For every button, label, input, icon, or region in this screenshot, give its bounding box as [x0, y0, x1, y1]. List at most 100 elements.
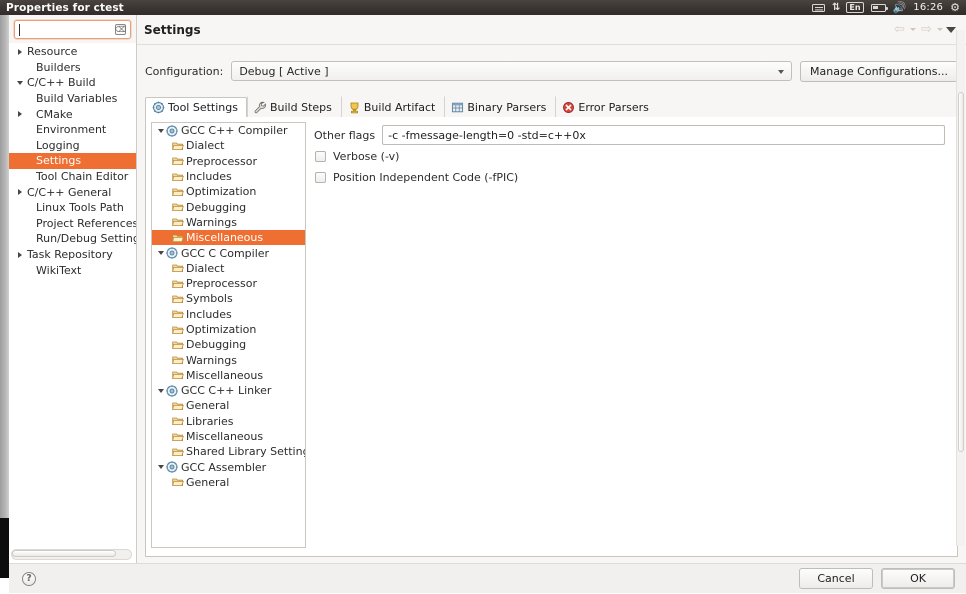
tool-tree-item-miscellaneous[interactable]: Miscellaneous: [152, 368, 305, 383]
tab-build-steps[interactable]: Build Steps: [246, 96, 341, 117]
tab-tool-settings[interactable]: Tool Settings: [145, 97, 247, 118]
tool-tree-item-dialect[interactable]: Dialect: [152, 138, 305, 153]
tool-tree-item-miscellaneous[interactable]: Miscellaneous: [152, 230, 305, 246]
forward-menu-chevron-down-icon[interactable]: [937, 28, 943, 31]
miscellaneous-options-panel: Other flags Verbose (-v) Position Indepen…: [314, 122, 945, 548]
tool-tree-item-label: Libraries: [186, 414, 234, 428]
system-tray: ⇅ En 🔊 16:26 ⚙: [812, 2, 966, 13]
tab-error-parsers[interactable]: Error Parsers: [555, 96, 657, 117]
tool-tree-item-label: GCC C++ Compiler: [181, 124, 288, 138]
leaf-icon: [172, 201, 186, 213]
sidebar-item-label: CMake: [36, 107, 73, 121]
leaf-icon: [172, 142, 184, 150]
tool-tree-item-label: Optimization: [186, 185, 257, 199]
tool-tree-item-warnings[interactable]: Warnings: [152, 352, 305, 367]
clock[interactable]: 16:26: [913, 2, 943, 13]
tool-tree-item-preprocessor[interactable]: Preprocessor: [152, 154, 305, 169]
configuration-select[interactable]: Debug [ Active ]: [231, 61, 792, 81]
leaf-icon: [172, 293, 186, 305]
sidebar-item-cmake[interactable]: CMake: [9, 106, 136, 122]
tool-tree-item-general[interactable]: General: [152, 398, 305, 413]
other-flags-input[interactable]: [382, 125, 945, 145]
tool-tree-item-dialect[interactable]: Dialect: [152, 261, 305, 276]
tool-tree-item-preprocessor[interactable]: Preprocessor: [152, 276, 305, 291]
sidebar-item-task-repository[interactable]: Task Repository: [9, 247, 136, 263]
leaf-icon: [172, 157, 184, 166]
checkbox-verbose-v[interactable]: [315, 151, 326, 162]
tool-tree-item-label: Optimization: [186, 323, 257, 336]
sidebar-item-environment[interactable]: Environment: [9, 122, 136, 138]
window-title-bar: Properties for ctest ⇅ En 🔊 16:26 ⚙: [0, 0, 966, 15]
sidebar-item-run-debug-settings[interactable]: Run/Debug Settings: [9, 231, 136, 247]
back-menu-chevron-down-icon[interactable]: [910, 28, 916, 31]
scrollbar-thumb[interactable]: [12, 550, 116, 557]
view-menu-triangle-icon[interactable]: [946, 26, 956, 33]
sidebar-item-project-references[interactable]: Project References: [9, 216, 136, 232]
forward-arrow-icon[interactable]: ⇨: [919, 23, 934, 37]
leaf-icon: [172, 354, 186, 366]
search-box[interactable]: ⌫: [14, 20, 131, 39]
battery-icon[interactable]: [870, 3, 888, 12]
tool-tree-item-symbols[interactable]: Symbols: [152, 291, 305, 306]
leaf-icon: [172, 433, 184, 441]
gear-icon[interactable]: ⚙: [950, 2, 960, 13]
footer-buttons: Cancel OK: [799, 568, 966, 589]
sidebar-item-build-variables[interactable]: Build Variables: [9, 91, 136, 107]
sidebar-item-builders[interactable]: Builders: [9, 60, 136, 76]
collapse-arrow-icon[interactable]: [155, 388, 166, 393]
back-arrow-icon[interactable]: ⇦: [892, 23, 907, 37]
sidebar-item-resource[interactable]: Resource: [9, 44, 136, 60]
sidebar-item-wikitext[interactable]: WikiText: [9, 262, 136, 278]
help-icon[interactable]: ?: [22, 571, 36, 586]
language-indicator[interactable]: En: [846, 2, 864, 13]
search-input[interactable]: [15, 21, 130, 38]
tool-tree-item-gcc-c++-compiler[interactable]: GCC C++ Compiler: [152, 123, 305, 138]
tool-tree-item-debugging[interactable]: Debugging: [152, 199, 305, 214]
tab-build-artifact[interactable]: Build Artifact: [340, 96, 445, 117]
tool-tree-item-optimization[interactable]: Optimization: [152, 322, 305, 337]
tool-tree-item-libraries[interactable]: Libraries: [152, 414, 305, 429]
sidebar-item-tool-chain-editor[interactable]: Tool Chain Editor: [9, 169, 136, 185]
clear-icon[interactable]: ⌫: [115, 24, 126, 35]
collapse-arrow-icon[interactable]: [155, 251, 166, 256]
volume-icon[interactable]: 🔊: [893, 2, 907, 13]
checkbox-row[interactable]: Position Independent Code (-fPIC): [314, 168, 945, 187]
sidebar-item-c-c-build[interactable]: C/C++ Build: [9, 75, 136, 91]
tool-tree-item-gcc-c++-linker[interactable]: GCC C++ Linker: [152, 383, 305, 398]
tab-binary-parsers[interactable]: Binary Parsers: [444, 96, 555, 117]
sidebar-horizontal-scrollbar[interactable]: [11, 549, 132, 560]
tab-label: Tool Settings: [168, 101, 238, 114]
scrollbar-thumb[interactable]: [958, 92, 964, 452]
settings-tree[interactable]: Resource Builders C/C++ Build Build Variabl…: [9, 44, 136, 546]
checkbox-row[interactable]: Verbose (-v): [314, 147, 945, 166]
tool-tree-item-miscellaneous[interactable]: Miscellaneous: [152, 429, 305, 444]
tool-tree-item-includes[interactable]: Includes: [152, 307, 305, 322]
tool-tree-item-debugging[interactable]: Debugging: [152, 337, 305, 352]
network-updown-icon[interactable]: ⇅: [832, 2, 840, 13]
sidebar-item-logging[interactable]: Logging: [9, 138, 136, 154]
sidebar-item-linux-tools-path[interactable]: Linux Tools Path: [9, 200, 136, 216]
content-vertical-scrollbar[interactable]: [956, 30, 965, 546]
keyboard-icon[interactable]: [812, 3, 826, 12]
sidebar-item-settings[interactable]: Settings: [9, 153, 136, 169]
ok-button[interactable]: OK: [881, 568, 955, 589]
cancel-button[interactable]: Cancel: [799, 568, 873, 589]
tool-tree-item-optimization[interactable]: Optimization: [152, 184, 305, 199]
collapse-arrow-icon[interactable]: [155, 128, 166, 133]
binary-parsers-icon: [452, 102, 464, 112]
tool-tree-item-general[interactable]: General: [152, 475, 305, 490]
checkbox-position-independent-code-fpic[interactable]: [315, 172, 326, 183]
sidebar-item-label: Linux Tools Path: [36, 201, 124, 215]
dialog-footer: ? Cancel OK: [9, 563, 966, 593]
sidebar-item-c-c-general[interactable]: C/C++ General: [9, 184, 136, 200]
tool-tree-item-includes[interactable]: Includes: [152, 169, 305, 184]
tool-tree-item-gcc-assembler[interactable]: GCC Assembler: [152, 460, 305, 475]
tool-tree-item-gcc-c-compiler[interactable]: GCC C Compiler: [152, 245, 305, 260]
tool-options-tree[interactable]: GCC C++ Compiler Dialect Preprocessor Inclu…: [151, 122, 306, 548]
configuration-row: Configuration: Debug [ Active ] Manage C…: [137, 54, 966, 88]
manage-configurations-button[interactable]: Manage Configurations...: [799, 60, 958, 82]
collapse-arrow-icon[interactable]: [155, 465, 166, 470]
tool-tree-item-shared-library-settings[interactable]: Shared Library Settings: [152, 444, 305, 459]
tool-tree-item-warnings[interactable]: Warnings: [152, 215, 305, 230]
tool-settings-tab-panel: GCC C++ Compiler Dialect Preprocessor Inclu…: [145, 117, 958, 557]
